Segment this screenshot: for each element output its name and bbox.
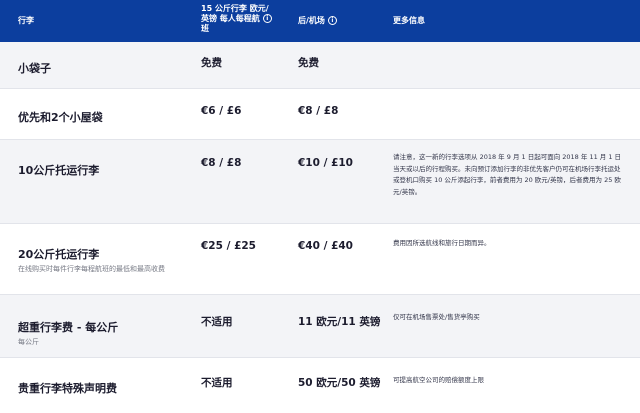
table-header: 行李 15 公斤行李 欧元/ 英镑 每人每程航 i 班 后/机场 i 更多信息 xyxy=(0,0,640,42)
header-item: 行李 xyxy=(18,16,34,25)
airport-price: €10 / £10 xyxy=(298,157,353,169)
table-row: 贵重行李特殊声明费 不适用 50 欧元/50 英镑 可提高航空公司的赔偿额度上限 xyxy=(0,358,640,413)
row-subtitle: 在线购买时每件行李每程航班的最低和最高收费 xyxy=(18,265,165,273)
online-price: 不适用 xyxy=(201,316,233,328)
table-row: 小袋子 免费 免费 xyxy=(0,42,640,89)
baggage-fee-table: 行李 15 公斤行李 欧元/ 英镑 每人每程航 i 班 后/机场 i 更多信息 小袋… xyxy=(0,0,640,413)
info-icon[interactable]: i xyxy=(327,16,337,25)
row-name: 优先和2个小屋袋 xyxy=(18,111,103,124)
airport-price: 50 欧元/50 英镑 xyxy=(298,377,381,389)
header-more-info: 更多信息 xyxy=(393,16,425,25)
airport-price: €8 / £8 xyxy=(298,105,339,117)
airport-price: 免费 xyxy=(298,57,319,69)
table-row: 超重行李费 - 每公斤 每公斤 不适用 11 欧元/11 英镑 仅可在机场售票处… xyxy=(0,295,640,358)
airport-price: €40 / £40 xyxy=(298,240,353,252)
row-name: 小袋子 xyxy=(18,62,51,75)
online-price: €6 / £6 xyxy=(201,105,242,117)
row-name: 20公斤托运行李 xyxy=(18,248,100,261)
online-price: €25 / £25 xyxy=(201,240,256,252)
table-row: 20公斤托运行李 在线购买时每件行李每程航班的最低和最高收费 €25 / £25… xyxy=(0,224,640,295)
row-name: 超重行李费 - 每公斤 xyxy=(18,321,119,334)
more-info-note: 可提高航空公司的赔偿额度上限 xyxy=(393,376,484,384)
table-row: 优先和2个小屋袋 €6 / £6 €8 / £8 xyxy=(0,89,640,140)
row-name: 贵重行李特殊声明费 xyxy=(18,382,117,395)
table-row: 10公斤托运行李 €8 / £8 €10 / £10 请注意，这一新的行李选项从… xyxy=(0,140,640,224)
online-price: 不适用 xyxy=(201,377,233,389)
online-price: €8 / £8 xyxy=(201,157,242,169)
airport-price: 11 欧元/11 英镑 xyxy=(298,316,381,328)
more-info-note: 费用因所选航线和旅行日期而异。 xyxy=(393,239,491,247)
row-name: 10公斤托运行李 xyxy=(18,164,100,177)
info-icon[interactable]: i xyxy=(262,14,272,23)
row-subtitle: 每公斤 xyxy=(18,338,39,346)
more-info-note: 请注意，这一新的行李选项从 2018 年 9 月 1 日起可面向 2018 年 … xyxy=(393,153,622,196)
header-online-price: 15 公斤行李 欧元/ 英镑 每人每程航 i 班 xyxy=(201,4,291,34)
more-info-note: 仅可在机场售票处/售货亭购买 xyxy=(393,313,480,321)
online-price: 免费 xyxy=(201,57,222,69)
header-airport-price: 后/机场 i xyxy=(298,16,337,26)
